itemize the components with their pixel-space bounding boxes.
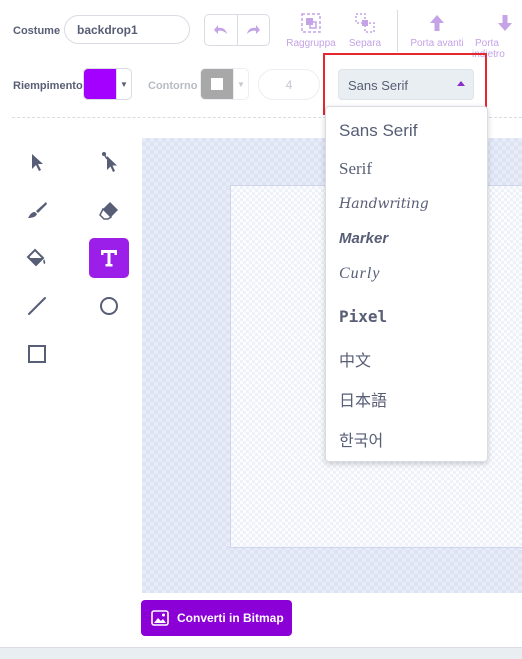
fill-color-picker[interactable]: ▼ xyxy=(83,68,132,100)
brush-icon xyxy=(28,202,47,218)
font-dropdown: Sans Serif Serif Handwriting Marker Curl… xyxy=(325,106,488,462)
font-option-marker[interactable]: Marker xyxy=(339,230,388,247)
arrow-down-icon xyxy=(498,15,512,31)
convert-to-bitmap-button[interactable]: Converti in Bitmap xyxy=(141,600,292,636)
select-tool[interactable] xyxy=(17,142,57,182)
toolbar-divider xyxy=(397,10,398,52)
chevron-down-icon: ▼ xyxy=(116,69,131,99)
costume-name-input[interactable]: backdrop1 xyxy=(64,15,190,44)
undo-redo-group xyxy=(204,14,270,46)
forward-label: Porta avanti xyxy=(410,38,464,49)
fill-label: Riempimento xyxy=(13,80,83,92)
arrow-pointer-icon xyxy=(32,154,43,171)
group-icon xyxy=(301,13,321,33)
fill-tool[interactable] xyxy=(17,238,57,278)
outline-color-picker[interactable]: ▼ xyxy=(200,68,249,100)
font-option-serif[interactable]: Serif xyxy=(339,159,372,179)
chevron-down-icon: ▼ xyxy=(233,69,248,99)
group-label: Raggruppa xyxy=(286,38,336,49)
reshape-tool[interactable] xyxy=(89,142,129,182)
undo-icon xyxy=(213,25,227,34)
ungroup-icon xyxy=(355,13,375,33)
text-icon xyxy=(101,250,117,267)
outline-label: Contorno xyxy=(148,80,198,92)
font-option-korean[interactable]: 한국어 xyxy=(339,427,383,451)
line-icon xyxy=(28,297,46,315)
rectangle-icon xyxy=(28,345,46,363)
ungroup-button[interactable]: Separa xyxy=(335,12,395,49)
outline-width-input[interactable]: 4 xyxy=(258,69,320,100)
fill-swatch xyxy=(84,69,116,99)
text-tool[interactable] xyxy=(89,238,129,278)
convert-label: Converti in Bitmap xyxy=(177,611,284,625)
paint-bucket-icon xyxy=(26,248,46,267)
undo-button[interactable] xyxy=(205,15,237,45)
outline-swatch xyxy=(201,69,233,99)
line-tool[interactable] xyxy=(17,286,57,326)
brush-tool[interactable] xyxy=(17,190,57,230)
bottom-bar xyxy=(0,647,522,659)
eraser-tool[interactable] xyxy=(89,190,129,230)
rectangle-tool[interactable] xyxy=(17,334,57,374)
image-icon xyxy=(151,610,169,626)
arrow-up-icon xyxy=(430,15,444,31)
font-option-pixel[interactable]: Pixel xyxy=(339,307,387,326)
forward-button[interactable]: Porta avanti xyxy=(407,12,467,49)
circle-icon xyxy=(100,297,118,315)
circle-tool[interactable] xyxy=(89,286,129,326)
eraser-icon xyxy=(99,202,118,220)
reshape-icon xyxy=(102,152,117,172)
font-option-sans-serif[interactable]: Sans Serif xyxy=(339,121,417,141)
font-option-chinese[interactable]: 中文 xyxy=(339,347,371,371)
redo-button[interactable] xyxy=(236,15,270,45)
group-button[interactable]: Raggruppa xyxy=(281,12,341,49)
ungroup-label: Separa xyxy=(348,38,382,49)
font-option-handwriting[interactable]: Handwriting xyxy=(339,196,429,212)
redo-icon xyxy=(247,25,261,34)
font-option-curly[interactable]: Curly xyxy=(339,265,380,283)
font-option-japanese[interactable]: 日本語 xyxy=(339,387,387,411)
costume-label: Costume xyxy=(13,25,61,37)
